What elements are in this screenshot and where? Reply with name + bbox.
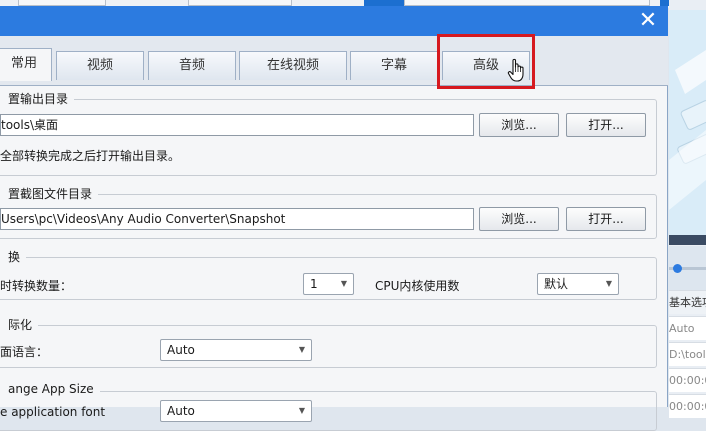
cpu-cores-select[interactable]: 默认 ▼	[537, 273, 619, 295]
cpu-cores-value: 默认	[544, 277, 569, 291]
chevron-down-icon: ▼	[605, 279, 612, 288]
settings-dialog: ✕ 常用 视频 音频 在线视频 字幕 高级 置输出目录 tools\桌面 浏览.…	[0, 6, 668, 431]
app-font-label: e application font	[0, 405, 106, 419]
ui-language-select[interactable]: Auto ▼	[160, 339, 312, 361]
output-dir-group	[0, 99, 657, 176]
main-app-side-panel: 基本选项 Auto D:\tool 00:00:0 00:00:0	[669, 0, 706, 418]
simultaneous-count-value: 1	[310, 277, 318, 291]
tab-video[interactable]: 视频	[56, 51, 144, 80]
localization-group	[0, 325, 657, 368]
tab-audio[interactable]: 音频	[148, 51, 236, 80]
panel-value: D:\tool	[669, 342, 706, 366]
chevron-down-icon: ▼	[298, 406, 305, 415]
dialog-titlebar: ✕	[0, 6, 668, 36]
output-open-button[interactable]: 打开...	[566, 113, 646, 137]
snapshot-open-button[interactable]: 打开...	[566, 207, 646, 231]
panel-divider	[669, 235, 706, 245]
simultaneous-count-select[interactable]: 1 ▼	[303, 273, 354, 295]
output-dir-input[interactable]: tools\桌面	[0, 114, 474, 136]
snapshot-dir-input[interactable]: Users\pc\Videos\Any Audio Converter\Snap…	[0, 208, 474, 230]
preview-image	[669, 10, 706, 235]
panel-value: 00:00:0	[669, 394, 706, 418]
panel-value: 00:00:0	[669, 368, 706, 392]
tab-bar: 常用 视频 音频 在线视频 字幕 高级	[0, 36, 668, 86]
panel-slider-area	[669, 246, 706, 290]
chevron-down-icon: ▼	[298, 345, 305, 354]
ui-language-value: Auto	[167, 343, 195, 357]
tab-online-video[interactable]: 在线视频	[239, 51, 347, 80]
tab-subtitle[interactable]: 字幕	[350, 51, 438, 80]
tab-content-general: 置输出目录 tools\桌面 浏览... 打开... 全部转换完成之后打开输出目…	[0, 86, 668, 431]
ui-language-label: 面语言：	[0, 345, 49, 359]
chevron-down-icon: ▼	[340, 279, 347, 288]
app-font-select[interactable]: Auto ▼	[160, 400, 312, 422]
open-output-after-convert-checkbox[interactable]: 全部转换完成之后打开输出目录。	[0, 147, 180, 164]
app-size-legend: ange App Size	[0, 382, 100, 396]
convert-legend: 换	[0, 248, 27, 265]
output-dir-legend: 置输出目录	[0, 90, 75, 107]
snapshot-browse-button[interactable]: 浏览...	[479, 207, 559, 231]
close-icon[interactable]: ✕	[636, 9, 660, 33]
cpu-cores-label: CPU内核使用数	[375, 279, 460, 293]
panel-tab-basic[interactable]: 基本选项	[669, 290, 706, 314]
tab-general[interactable]: 常用	[0, 48, 52, 81]
simultaneous-count-label: 时转换数量：	[0, 279, 73, 293]
app-font-value: Auto	[167, 404, 195, 418]
localization-legend: 际化	[0, 316, 39, 333]
panel-value: Auto	[669, 316, 706, 340]
output-browse-button[interactable]: 浏览...	[479, 113, 559, 137]
hand-cursor-icon	[507, 58, 524, 82]
slider-knob[interactable]	[673, 264, 682, 273]
snapshot-dir-legend: 置截图文件目录	[0, 185, 99, 202]
